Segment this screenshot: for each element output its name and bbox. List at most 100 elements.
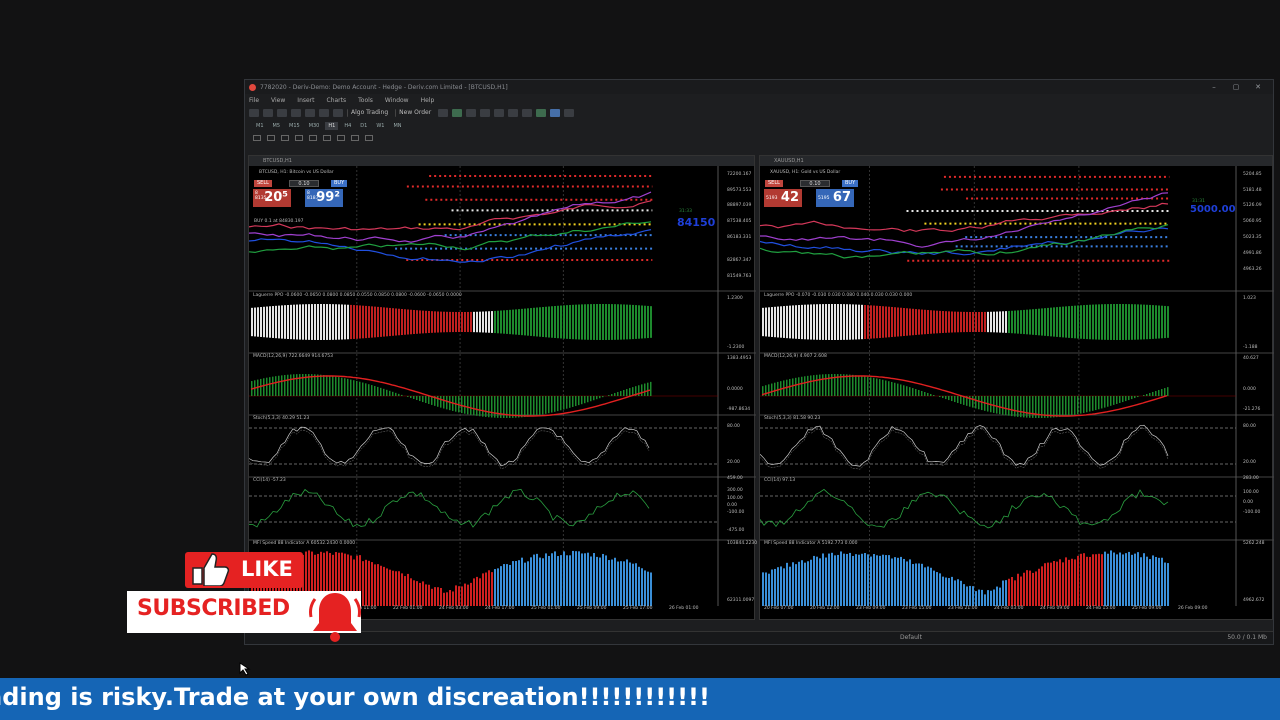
autoscroll-icon[interactable] bbox=[536, 109, 547, 117]
like-button[interactable]: LIKE bbox=[185, 552, 303, 588]
mfi-bar bbox=[476, 576, 478, 606]
new-order-button[interactable]: New Order bbox=[395, 109, 434, 117]
sell-price-box[interactable]: 8 8135 20⁵ bbox=[253, 189, 291, 207]
vertical-line-icon[interactable] bbox=[281, 135, 289, 141]
timeframe-w1[interactable]: W1 bbox=[373, 122, 387, 130]
sell-button[interactable]: SELL bbox=[254, 180, 272, 187]
mfi-bar bbox=[1146, 556, 1148, 606]
sell-price-box[interactable]: 5193 42 bbox=[764, 189, 802, 207]
laguerre-bar bbox=[476, 311, 478, 333]
timeframe-m1[interactable]: M1 bbox=[253, 122, 267, 130]
laguerre-bar bbox=[1155, 305, 1157, 339]
mfi-bar bbox=[587, 552, 589, 606]
new-chart-icon[interactable] bbox=[249, 109, 259, 117]
algo-trading-button[interactable]: Algo Trading bbox=[347, 109, 391, 117]
timeframe-m5[interactable]: M5 bbox=[270, 122, 284, 130]
buy-price-box[interactable]: 8 8187 99² bbox=[305, 189, 343, 207]
sell-button[interactable]: SELL bbox=[765, 180, 783, 187]
menu-insert[interactable]: Insert bbox=[297, 97, 314, 104]
cci-line bbox=[249, 488, 650, 528]
laguerre-bar bbox=[452, 311, 454, 333]
menu-help[interactable]: Help bbox=[421, 97, 435, 104]
laguerre-bar bbox=[1101, 304, 1103, 340]
fibonacci-icon[interactable] bbox=[337, 135, 345, 141]
subscribed-label: SUBSCRIBED bbox=[137, 596, 290, 621]
menu-view[interactable]: View bbox=[271, 97, 285, 104]
laguerre-bar bbox=[1167, 306, 1169, 338]
buy-price-box[interactable]: 5195 67 bbox=[816, 189, 854, 207]
zoom-out-icon[interactable] bbox=[508, 109, 519, 117]
mfi-bar bbox=[395, 571, 397, 606]
channel-icon[interactable] bbox=[323, 135, 331, 141]
macd-bar bbox=[804, 376, 806, 396]
chart-canvas-xauusd[interactable] bbox=[760, 166, 1274, 621]
signals-icon[interactable] bbox=[333, 109, 343, 117]
ide-icon[interactable] bbox=[305, 109, 315, 117]
cursor-tool-icon[interactable] bbox=[253, 135, 261, 141]
menu-charts[interactable]: Charts bbox=[327, 97, 347, 104]
tile-windows-icon[interactable] bbox=[522, 109, 533, 117]
navigator-icon[interactable] bbox=[291, 109, 301, 117]
profile-label[interactable]: Default bbox=[900, 634, 922, 641]
depth-of-market-icon[interactable] bbox=[438, 109, 449, 117]
macd-scale-bottom: -21.276 bbox=[1243, 407, 1261, 412]
minimize-icon[interactable]: – bbox=[1203, 83, 1225, 91]
timeframe-h4[interactable]: H4 bbox=[341, 122, 354, 130]
macd-bar bbox=[368, 384, 370, 396]
indicators-icon[interactable] bbox=[564, 109, 575, 117]
chart-tab-btcusd[interactable]: BTCUSD,H1 bbox=[249, 156, 754, 166]
mfi-bar bbox=[1065, 557, 1067, 606]
buy-button[interactable]: BUY bbox=[842, 180, 859, 187]
mfi-label: MFI Speed 88 Indicator A 60532.2430 0.00… bbox=[253, 541, 356, 546]
timeframe-d1[interactable]: D1 bbox=[357, 122, 370, 130]
mfi-bar bbox=[915, 563, 917, 606]
line-chart-icon[interactable] bbox=[480, 109, 491, 117]
market-watch-icon[interactable] bbox=[277, 109, 287, 117]
macd-bar bbox=[323, 374, 325, 396]
menu-file[interactable]: File bbox=[249, 97, 259, 104]
zoom-in-icon[interactable] bbox=[494, 109, 505, 117]
menu-tools[interactable]: Tools bbox=[358, 97, 373, 104]
mfi-bar bbox=[467, 584, 469, 606]
macd-bar bbox=[1005, 396, 1007, 416]
buy-button[interactable]: BUY bbox=[331, 180, 348, 187]
timeframe-m30[interactable]: M30 bbox=[306, 122, 323, 130]
timeframe-h1[interactable]: H1 bbox=[325, 122, 339, 130]
bar-chart-icon[interactable] bbox=[452, 109, 463, 117]
lot-size-input[interactable]: 0.10 bbox=[289, 180, 319, 187]
macd-bar bbox=[1071, 396, 1073, 416]
chart-tab-xauusd[interactable]: XAUUSD,H1 bbox=[760, 156, 1272, 166]
laguerre-bar bbox=[323, 304, 325, 340]
chart-shift-icon[interactable] bbox=[550, 109, 561, 117]
laguerre-bar bbox=[380, 307, 382, 337]
moving-average-line bbox=[760, 202, 1169, 233]
laguerre-bar bbox=[356, 305, 358, 339]
maximize-icon[interactable]: ▢ bbox=[1225, 83, 1247, 91]
chart-panel-xauusd[interactable]: XAUUSD,H1 XAUUSD, H1: Gold vs US Dollar … bbox=[759, 155, 1274, 621]
macd-bar bbox=[362, 382, 364, 396]
profiles-icon[interactable] bbox=[263, 109, 273, 117]
timeframe-mn[interactable]: MN bbox=[390, 122, 404, 130]
close-icon[interactable]: ✕ bbox=[1247, 83, 1269, 91]
laguerre-bar bbox=[1149, 304, 1151, 340]
lot-size-input[interactable]: 0.10 bbox=[800, 180, 830, 187]
mfi-bar bbox=[924, 567, 926, 606]
tester-icon[interactable] bbox=[319, 109, 329, 117]
timeframe-m15[interactable]: M15 bbox=[286, 122, 303, 130]
mfi-bar bbox=[1086, 556, 1088, 606]
crosshair-tool-icon[interactable] bbox=[267, 135, 275, 141]
candlestick-icon[interactable] bbox=[466, 109, 477, 117]
mfi-bar bbox=[620, 561, 622, 606]
trendline-icon[interactable] bbox=[309, 135, 317, 141]
text-tool-icon[interactable] bbox=[351, 135, 359, 141]
mfi-bar bbox=[1143, 553, 1145, 606]
mfi-bar bbox=[960, 580, 962, 606]
disclaimer-text: ading is risky.Trade at your own discrea… bbox=[0, 683, 710, 711]
horizontal-line-icon[interactable] bbox=[295, 135, 303, 141]
mfi-bar bbox=[792, 562, 794, 606]
mfi-bar bbox=[455, 585, 457, 606]
menu-window[interactable]: Window bbox=[385, 97, 409, 104]
laguerre-bar bbox=[644, 305, 646, 339]
laguerre-bar bbox=[792, 305, 794, 339]
shapes-icon[interactable] bbox=[365, 135, 373, 141]
